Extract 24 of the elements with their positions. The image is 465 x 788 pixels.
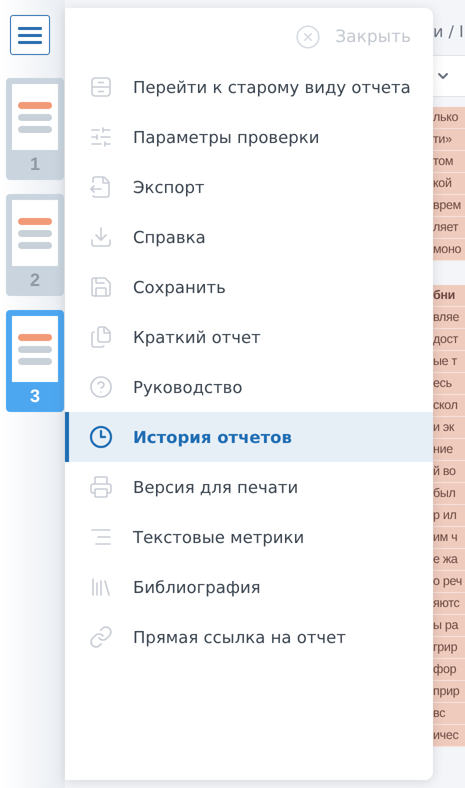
close-icon bbox=[295, 24, 322, 50]
sliders-icon bbox=[89, 125, 113, 149]
menu-item[interactable]: Краткий отчет bbox=[65, 312, 433, 362]
documents-icon bbox=[89, 325, 113, 349]
help-icon bbox=[89, 375, 113, 399]
menu-item[interactable]: История отчетов bbox=[65, 412, 433, 462]
menu-item[interactable]: Справка bbox=[65, 212, 433, 262]
menu-item[interactable]: Сохранить bbox=[65, 262, 433, 312]
menu-item[interactable]: Параметры проверки bbox=[65, 112, 433, 162]
menu-button[interactable] bbox=[10, 15, 50, 55]
menu-item[interactable]: Перейти к старому виду отчета bbox=[65, 62, 433, 112]
file-export-icon bbox=[89, 175, 113, 199]
menu-item[interactable]: Текстовые метрики bbox=[65, 512, 433, 562]
menu-item[interactable]: Библиография bbox=[65, 562, 433, 612]
menu-item[interactable]: Экспорт bbox=[65, 162, 433, 212]
clock-icon bbox=[89, 425, 113, 449]
menu-item[interactable]: Прямая ссылка на отчет bbox=[65, 612, 433, 662]
link-icon bbox=[89, 625, 113, 649]
breadcrumb: и / I bbox=[433, 21, 465, 43]
menu-item[interactable]: Версия для печати bbox=[65, 462, 433, 512]
menu-item[interactable]: Руководство bbox=[65, 362, 433, 412]
panel-icon bbox=[89, 75, 113, 99]
printer-icon bbox=[89, 475, 113, 499]
download-icon bbox=[89, 225, 113, 249]
